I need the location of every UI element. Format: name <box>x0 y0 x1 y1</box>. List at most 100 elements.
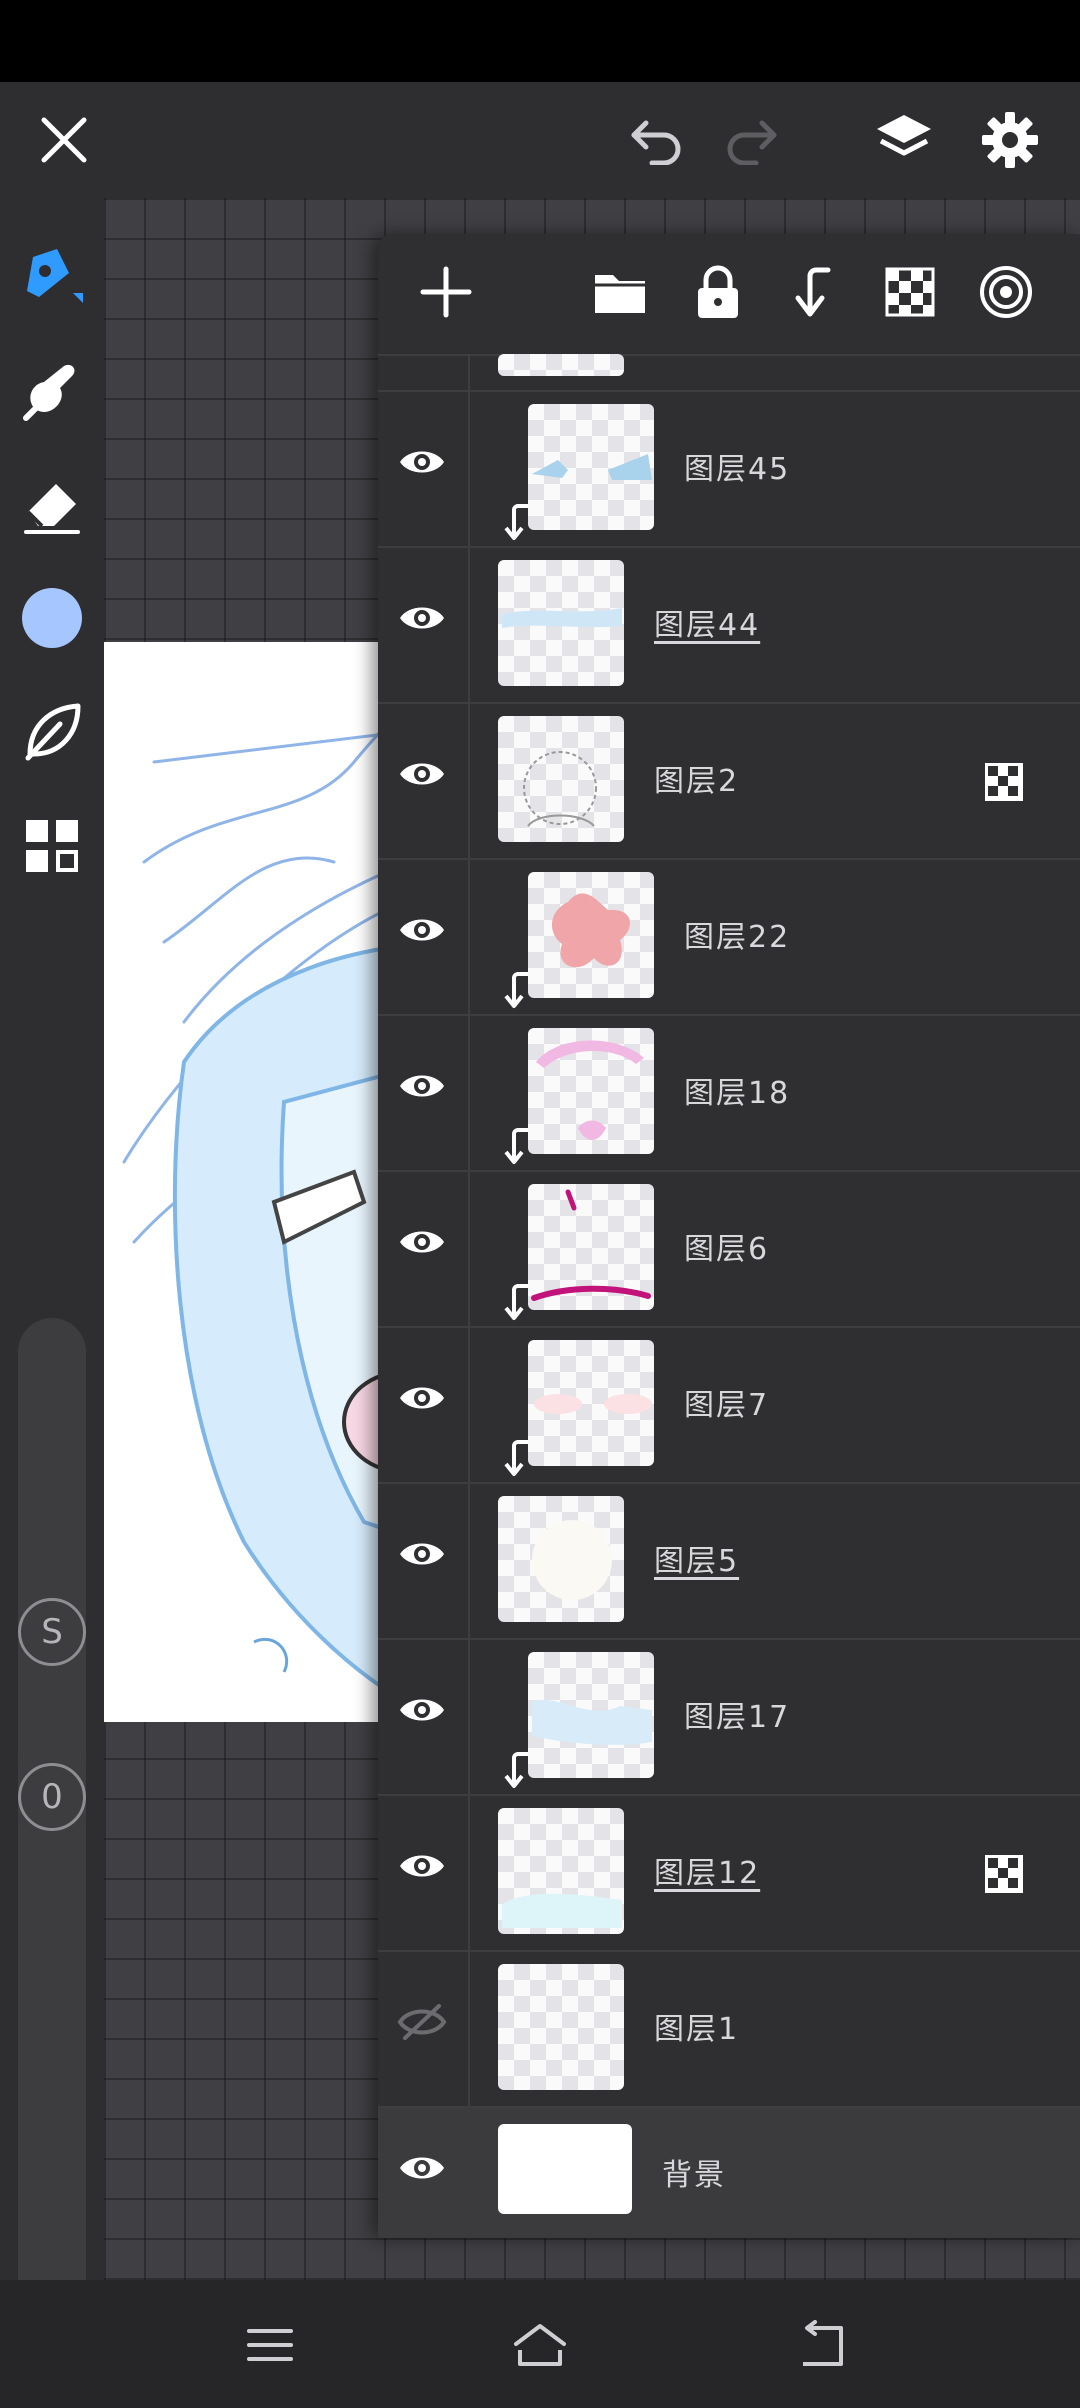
layer-row[interactable]: 图层17 <box>378 1640 1080 1796</box>
visibility-toggle[interactable] <box>392 1056 452 1116</box>
layer-thumbnail <box>528 404 654 530</box>
visibility-toggle[interactable] <box>392 1368 452 1428</box>
eye-icon <box>400 1543 444 1565</box>
color-picker[interactable] <box>12 578 92 658</box>
layer-thumbnail <box>528 1340 654 1466</box>
layer-row[interactable]: 图层18 <box>378 1016 1080 1172</box>
layer-thumbnail <box>498 1808 624 1934</box>
nav-back-button[interactable] <box>772 2300 872 2390</box>
layer-name: 图层7 <box>684 1388 770 1423</box>
nav-home-button[interactable] <box>490 2300 590 2390</box>
thumbnail-art <box>532 1520 612 1600</box>
eye-icon <box>400 1699 444 1721</box>
layers-toolbar <box>378 234 1080 356</box>
lock-button[interactable] <box>680 254 756 330</box>
smudge-icon <box>23 364 75 421</box>
visibility-toggle[interactable] <box>392 1212 452 1272</box>
lock-icon <box>698 265 738 318</box>
clip-arrow-icon <box>504 1752 528 1788</box>
visibility-toggle[interactable] <box>392 1524 452 1584</box>
alpha-lock-icon <box>885 267 935 317</box>
clip-arrow-icon <box>504 1440 528 1476</box>
layer-name: 背景 <box>662 2158 726 2193</box>
layer-name: 图层18 <box>684 1076 791 1111</box>
add-layer-icon <box>420 266 472 318</box>
folder-button[interactable] <box>582 254 658 330</box>
layer-name: 图层44 <box>654 608 761 643</box>
layer-thumbnail <box>498 560 624 686</box>
layer-row[interactable]: 图层2 <box>378 704 1080 860</box>
layer-thumbnail <box>498 2124 632 2214</box>
eye-icon <box>400 919 444 941</box>
brush-opacity-indicator: 0 <box>18 1763 86 1831</box>
eraser-icon <box>24 484 80 534</box>
thumbnail-art <box>532 454 652 480</box>
layer-thumbnail <box>528 1028 654 1154</box>
alpha-lock-badge-icon <box>985 1855 1023 1893</box>
layer-thumbnail <box>528 1652 654 1778</box>
layers-button[interactable] <box>864 100 944 180</box>
visibility-toggle[interactable] <box>392 2138 452 2198</box>
redo-button[interactable] <box>712 100 792 180</box>
visibility-toggle[interactable] <box>392 1836 452 1896</box>
layer-name: 图层5 <box>654 1544 740 1579</box>
alpha-lock-button[interactable] <box>872 254 948 330</box>
layer-thumbnail <box>528 872 654 998</box>
visibility-toggle[interactable] <box>392 744 452 804</box>
layer-thumbnail <box>498 354 624 376</box>
layer-name: 图层17 <box>684 1700 791 1735</box>
clip-arrow-icon <box>504 1128 528 1164</box>
close-icon <box>41 117 87 163</box>
layer-row[interactable]: 图层7 <box>378 1328 1080 1484</box>
alpha-lock-badge-icon <box>985 763 1023 801</box>
thumbnail-art <box>532 1699 652 1745</box>
eye-icon <box>400 763 444 785</box>
visibility-toggle[interactable] <box>392 432 452 492</box>
undo-button[interactable] <box>616 100 696 180</box>
layer-thumbnail <box>498 716 624 842</box>
visibility-toggle[interactable] <box>392 1992 452 2052</box>
clip-arrow-icon <box>504 1284 528 1320</box>
opacity-button[interactable] <box>968 254 1044 330</box>
visibility-toggle[interactable] <box>392 588 452 648</box>
close-button[interactable] <box>24 100 104 180</box>
visibility-toggle[interactable] <box>392 1680 452 1740</box>
layer-row-top-partial[interactable] <box>378 354 1080 392</box>
material-tool[interactable] <box>12 692 92 772</box>
grid-icon <box>26 820 78 872</box>
layer-row[interactable]: 图层12 <box>378 1796 1080 1952</box>
home-icon <box>514 2324 566 2366</box>
eye-icon <box>400 451 444 473</box>
clip-arrow-icon <box>504 972 528 1008</box>
layer-row[interactable]: 图层45 <box>378 392 1080 548</box>
eraser-tool[interactable] <box>12 464 92 544</box>
layer-thumbnail <box>498 1496 624 1622</box>
eye-icon <box>400 2157 444 2179</box>
clipping-button[interactable] <box>776 254 852 330</box>
layer-name: 图层2 <box>654 764 740 799</box>
redo-icon <box>727 120 777 165</box>
clip-arrow-icon <box>504 504 528 540</box>
eye-off-icon <box>397 2004 447 2040</box>
thumbnail-art <box>502 1893 622 1928</box>
settings-button[interactable] <box>970 100 1050 180</box>
add-layer-button[interactable] <box>408 254 484 330</box>
undo-icon <box>631 120 681 165</box>
system-nav-bar <box>0 2280 1080 2408</box>
layer-row[interactable]: 图层22 <box>378 860 1080 1016</box>
folder-icon <box>595 275 645 313</box>
smudge-tool[interactable] <box>12 350 92 430</box>
layer-row[interactable]: 图层5 <box>378 1484 1080 1640</box>
pen-tool[interactable] <box>12 234 92 314</box>
nav-menu-button[interactable] <box>220 2300 320 2390</box>
visibility-toggle[interactable] <box>392 900 452 960</box>
layer-row[interactable]: 图层1 <box>378 1952 1080 2108</box>
brush-size-indicator: S <box>18 1598 86 1666</box>
left-toolbar: S 0 <box>0 198 104 2334</box>
thumbnail-art <box>536 1040 644 1140</box>
layer-row[interactable]: 图层6 <box>378 1172 1080 1328</box>
menu-tool[interactable] <box>12 806 92 886</box>
layer-row-background[interactable]: 背景 <box>378 2108 1080 2238</box>
top-toolbar <box>0 82 1080 198</box>
layer-row[interactable]: 图层44 <box>378 548 1080 704</box>
